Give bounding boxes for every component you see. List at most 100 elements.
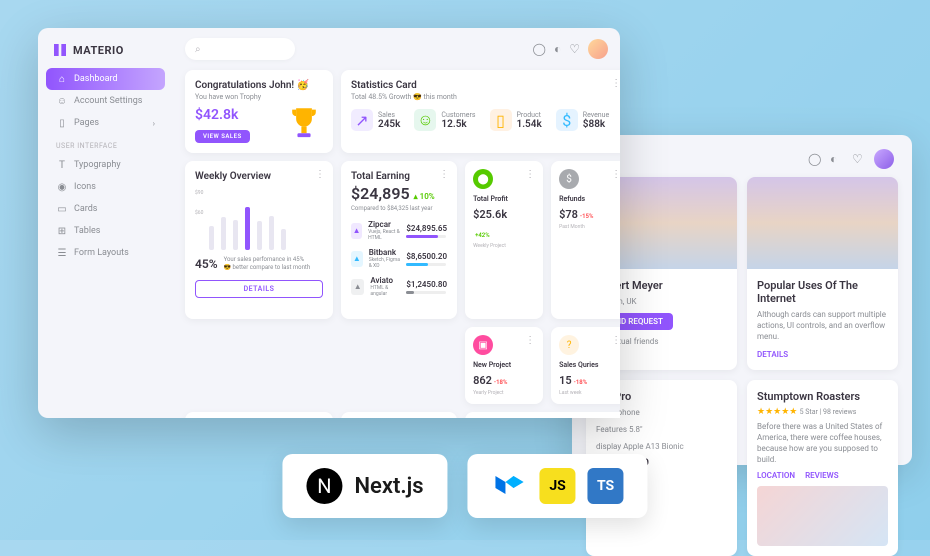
weekly-bar-chart: $90 $60 — [195, 190, 323, 250]
js-icon: JS — [540, 468, 576, 504]
sidebar-item-cards[interactable]: ▭Cards — [46, 198, 165, 220]
more-menu-icon[interactable]: ⋮ — [315, 169, 325, 180]
nextjs-icon: N — [306, 468, 342, 504]
company-icon: ▲ — [351, 279, 364, 295]
company-icon: ▲ — [351, 251, 363, 267]
view-sales-button[interactable]: VIEW SALES — [195, 130, 250, 143]
review-image — [757, 486, 888, 546]
details-link[interactable]: DETAILS — [757, 350, 788, 359]
mui-icon — [492, 468, 528, 504]
bar — [257, 221, 262, 250]
stat-revenue: $Revenue$88k — [556, 109, 609, 131]
main-dashboard-window: MATERIO ⌂Dashboard ☺Account Settings ▯Pa… — [38, 28, 620, 418]
eye-icon: ◉ — [56, 181, 68, 193]
chevron-right-icon: › — [153, 119, 155, 128]
review-desc: Before there was a United States of Amer… — [757, 421, 888, 466]
weekly-title: Weekly Overview — [195, 171, 323, 182]
location-link[interactable]: LOCATION — [757, 471, 795, 480]
github-icon[interactable]: ◯ — [808, 152, 822, 166]
notification-icon[interactable]: ♡ — [852, 152, 866, 166]
article-card: Popular Uses Of The Internet Although ca… — [747, 177, 898, 370]
form-icon: ☰ — [56, 247, 68, 259]
nextjs-badge: N Next.js — [282, 454, 447, 518]
topbar: ⌕ ◯ ◐ ♡ — [185, 38, 608, 60]
article-desc: Although cards can support multiple acti… — [757, 309, 888, 343]
chart-up-icon: ⬤ — [473, 169, 493, 189]
reviews-link[interactable]: REVIEWS — [805, 471, 839, 480]
congratulations-card: Congratulations John! 🥳 You have won Tro… — [185, 70, 333, 153]
more-menu-icon[interactable]: ⋮ — [525, 335, 535, 346]
trophy-subtitle: You have won Trophy — [195, 93, 323, 101]
earning-item: ▲ AviatoHTML & angular $1,2450.80 — [351, 276, 447, 297]
briefcase-icon: ▣ — [473, 335, 493, 355]
sales-by-countries-card: ⋮ Sales by Countries US $8,656k▴25.8% Un… — [185, 412, 333, 418]
main-content: ⌕ ◯ ◐ ♡ Congratulations John! 🥳 You have… — [173, 28, 620, 418]
more-menu-icon[interactable]: ⋮ — [611, 335, 620, 346]
product-line3: display Apple A13 Bionic — [596, 441, 727, 452]
sidebar: MATERIO ⌂Dashboard ☺Account Settings ▯Pa… — [38, 28, 173, 418]
user-avatar[interactable] — [588, 39, 608, 59]
stat-product: ▯Product1.54k — [490, 109, 542, 131]
ts-icon: TS — [588, 468, 624, 504]
dollar-icon: $ — [559, 169, 579, 189]
bar — [209, 226, 214, 250]
stat-sales: ↗Sales245k — [351, 109, 400, 131]
chart-icon: ↗ — [351, 109, 373, 131]
details-button[interactable]: DETAILS — [195, 280, 323, 298]
company-icon: ▲ — [351, 223, 362, 239]
sidebar-item-forms[interactable]: ☰Form Layouts — [46, 242, 165, 264]
logo[interactable]: MATERIO — [46, 40, 165, 68]
product-line2: Features 5.8" — [596, 424, 727, 435]
users-icon: ☺ — [414, 109, 436, 131]
sidebar-item-typography[interactable]: TTypography — [46, 154, 165, 176]
theme-toggle-icon[interactable]: ◐ — [554, 42, 561, 56]
earning-item: ▲ ZipcarVuejs, React & HTML $24,895.65 — [351, 220, 447, 241]
tech-badges: N Next.js JS TS — [282, 454, 647, 518]
more-menu-icon[interactable]: ⋮ — [525, 169, 535, 180]
stats-title: Statistics Card — [351, 80, 619, 91]
sidebar-item-tables[interactable]: ⊞Tables — [46, 220, 165, 242]
nav-section-ui: USER INTERFACE — [46, 134, 165, 154]
article-title: Popular Uses Of The Internet — [757, 279, 888, 305]
secondary-dashboard-window: ◯ ◐ ♡ Robert Meyer London, UK SEND REQUE… — [572, 135, 912, 465]
notification-bell-icon[interactable]: ♡ — [569, 42, 580, 56]
more-menu-icon[interactable]: ⋮ — [611, 169, 620, 180]
search-input[interactable]: ⌕ — [185, 38, 295, 60]
sidebar-item-pages[interactable]: ▯Pages› — [46, 112, 165, 134]
earning-item: ▲ BitbankSketch, Figma & XD $8,6500.20 — [351, 248, 447, 269]
more-menu-icon[interactable]: ⋮ — [611, 78, 620, 89]
total-profit-card: ⋮ ⬤ Total Profit $25.6k +42% Weekly Proj… — [465, 161, 543, 319]
earning-title: Total Earning — [351, 171, 447, 182]
type-icon: T — [56, 159, 68, 171]
stack-badge: JS TS — [468, 454, 648, 518]
total-earning-card: ⋮ Total Earning $24,895▴ 10% Compared to… — [341, 161, 457, 319]
home-icon: ⌂ — [56, 73, 68, 85]
more-menu-icon[interactable]: ⋮ — [439, 169, 449, 180]
theme-icon[interactable]: ◐ — [830, 152, 844, 166]
earning-amount: $24,895 — [351, 184, 410, 203]
trophy-icon — [283, 103, 325, 145]
earning-pct: ▴ 10% — [414, 192, 435, 201]
bar — [281, 229, 286, 250]
sidebar-item-icons[interactable]: ◉Icons — [46, 176, 165, 198]
sidebar-item-dashboard[interactable]: ⌂Dashboard — [46, 68, 165, 90]
bar — [269, 216, 274, 250]
card-icon: ▭ — [56, 203, 68, 215]
logo-text: MATERIO — [73, 44, 124, 57]
refunds-card: ⋮ $ Refunds $78-15% Past Month — [551, 161, 620, 319]
search-icon: ⌕ — [195, 44, 201, 55]
bar-active — [245, 207, 250, 250]
bar — [233, 220, 238, 250]
help-icon: ? — [559, 335, 579, 355]
github-icon[interactable]: ◯ — [533, 42, 546, 56]
file-icon: ▯ — [56, 117, 68, 129]
new-project-card: ⋮ ▣ New Project 862-18% Yearly Project — [465, 327, 543, 404]
trophy-title: Congratulations John! 🥳 — [195, 80, 323, 91]
weekly-percent: 45% — [195, 257, 218, 271]
review-title: Stumptown Roasters — [757, 390, 888, 403]
stars-icon: ★★★★★ — [757, 407, 797, 417]
user-avatar[interactable] — [874, 149, 894, 169]
table-icon: ⊞ — [56, 225, 68, 237]
bar — [221, 217, 226, 250]
sidebar-item-account[interactable]: ☺Account Settings — [46, 90, 165, 112]
